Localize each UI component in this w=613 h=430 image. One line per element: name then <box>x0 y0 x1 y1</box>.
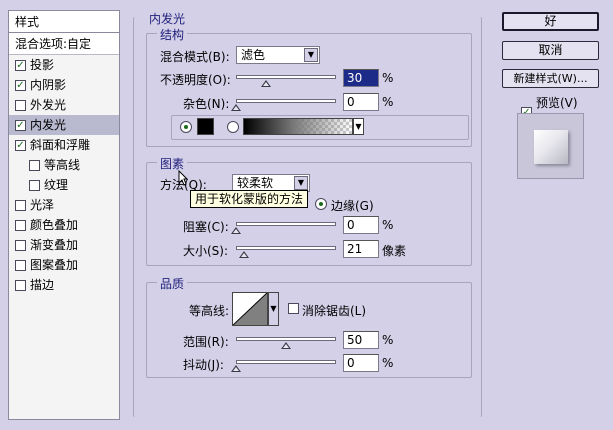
preview-swatch <box>534 130 568 164</box>
mouse-cursor-icon <box>178 169 189 186</box>
style-item-label: 等高线 <box>44 158 81 172</box>
antialias-checkbox[interactable] <box>288 303 299 314</box>
styles-list: 样式 混合选项:自定 ✓ 投影 ✓ 内阴影外发光 ✓ 内发光 ✓ 斜面和浮雕等高线纹理光泽颜色… <box>8 10 120 420</box>
blend-mode-label: 混合模式(B): <box>160 50 230 64</box>
style-item-label: 光泽 <box>30 198 55 212</box>
style-preview-thumbnail <box>517 113 584 179</box>
style-item[interactable]: ✓ 投影 <box>9 55 119 75</box>
style-item-checkbox[interactable] <box>15 99 26 111</box>
choke-unit: % <box>382 218 394 232</box>
choke-slider-track[interactable] <box>236 222 336 226</box>
style-item-label: 投影 <box>30 58 55 72</box>
style-item-checkbox[interactable] <box>15 199 26 211</box>
gradient-picker[interactable] <box>243 118 353 135</box>
style-item-checkbox[interactable] <box>29 179 40 191</box>
style-item[interactable]: 光泽 <box>9 195 119 215</box>
style-item-label: 斜面和浮雕 <box>30 138 91 152</box>
jitter-unit: % <box>382 356 394 370</box>
chevron-down-icon: ▼ <box>304 48 318 62</box>
inner-glow-title: 内发光 <box>146 10 189 27</box>
jitter-slider-track[interactable] <box>236 360 336 364</box>
style-item[interactable]: 图案叠加 <box>9 255 119 275</box>
choke-slider-thumb[interactable] <box>231 227 241 234</box>
style-item[interactable]: 颜色叠加 <box>9 215 119 235</box>
style-item-checkbox[interactable] <box>15 259 26 271</box>
style-item-checkbox[interactable] <box>29 159 40 171</box>
style-item-label: 内发光 <box>30 118 67 132</box>
opacity-slider-thumb[interactable] <box>261 80 271 87</box>
opacity-slider-track[interactable] <box>236 75 336 79</box>
style-item-checkbox[interactable] <box>15 239 26 251</box>
size-label: 大小(S): <box>183 244 229 258</box>
style-item-checkbox[interactable] <box>15 279 26 291</box>
style-item-label: 渐变叠加 <box>30 238 79 252</box>
style-item-label: 外发光 <box>30 98 67 112</box>
range-slider-thumb[interactable] <box>281 342 291 349</box>
edge-label[interactable]: 边缘(G) <box>331 197 374 214</box>
noise-slider-thumb[interactable] <box>231 104 241 111</box>
noise-label: 杂色(N): <box>183 97 230 111</box>
style-item-checkbox[interactable]: ✓ <box>15 59 26 71</box>
style-item-label: 图案叠加 <box>30 258 79 272</box>
method-tooltip: 用于软化蒙版的方法 <box>190 190 309 208</box>
jitter-label: 抖动(J): <box>183 358 224 372</box>
styles-header[interactable]: 样式 <box>9 11 119 33</box>
contour-dropdown-button[interactable]: ▼ <box>268 292 279 326</box>
preview-label: 预览(V) <box>536 96 578 110</box>
noise-unit: % <box>382 95 394 109</box>
size-input[interactable]: 21 <box>343 240 379 258</box>
style-item[interactable]: ✓ 内发光 <box>9 115 119 135</box>
gradient-dropdown-button[interactable]: ▼ <box>353 118 364 135</box>
edge-radio[interactable] <box>315 198 327 210</box>
size-slider-thumb[interactable] <box>239 251 249 258</box>
gradient-radio[interactable] <box>227 121 239 133</box>
quality-title: 品质 <box>157 275 188 292</box>
noise-slider-track[interactable] <box>236 99 336 103</box>
contour-picker[interactable] <box>232 292 268 326</box>
method-value: 较柔软 <box>237 176 274 190</box>
noise-input[interactable]: 0 <box>343 93 379 111</box>
range-input[interactable]: 50 <box>343 331 379 349</box>
style-item-checkbox[interactable]: ✓ <box>15 139 26 151</box>
jitter-slider-thumb[interactable] <box>231 365 241 372</box>
antialias-label: 消除锯齿(L) <box>302 304 367 318</box>
choke-input[interactable]: 0 <box>343 216 379 234</box>
range-unit: % <box>382 333 394 347</box>
new-style-button[interactable]: 新建样式(W)... <box>502 69 599 88</box>
blend-mode-value: 滤色 <box>241 48 266 62</box>
style-item-label: 纹理 <box>44 178 69 192</box>
range-slider-track[interactable] <box>236 337 336 341</box>
opacity-label: 不透明度(O): <box>160 73 231 87</box>
cancel-button[interactable]: 取消 <box>502 41 599 60</box>
jitter-input[interactable]: 0 <box>343 354 379 372</box>
style-item-checkbox[interactable]: ✓ <box>15 79 26 91</box>
blend-mode-select[interactable]: 滤色 ▼ <box>236 46 320 64</box>
opacity-input[interactable]: 30 <box>343 69 379 87</box>
chevron-down-icon: ▼ <box>294 176 308 190</box>
style-item[interactable]: ✓ 斜面和浮雕 <box>9 135 119 155</box>
range-label: 范围(R): <box>183 335 229 349</box>
style-item-label: 内阴影 <box>30 78 67 92</box>
style-item[interactable]: 等高线 <box>9 155 119 175</box>
contour-linear-icon <box>232 292 268 326</box>
style-item-checkbox[interactable] <box>15 219 26 231</box>
style-item[interactable]: ✓ 内阴影 <box>9 75 119 95</box>
style-item[interactable]: 纹理 <box>9 175 119 195</box>
style-item-label: 描边 <box>30 278 55 292</box>
style-item[interactable]: 渐变叠加 <box>9 235 119 255</box>
structure-title: 结构 <box>157 26 188 43</box>
glow-color-swatch[interactable] <box>197 118 214 135</box>
choke-label: 阻塞(C): <box>183 220 229 234</box>
solid-color-radio[interactable] <box>180 121 192 133</box>
ok-button[interactable]: 好 <box>502 12 599 31</box>
size-unit: 像素 <box>382 244 407 258</box>
style-item[interactable]: 描边 <box>9 275 119 295</box>
style-item[interactable]: 外发光 <box>9 95 119 115</box>
blending-options-item[interactable]: 混合选项:自定 <box>9 33 119 55</box>
opacity-unit: % <box>382 71 394 85</box>
style-item-checkbox[interactable]: ✓ <box>15 119 26 131</box>
size-slider-track[interactable] <box>236 246 336 250</box>
style-item-label: 颜色叠加 <box>30 218 79 232</box>
contour-label: 等高线: <box>189 304 230 318</box>
